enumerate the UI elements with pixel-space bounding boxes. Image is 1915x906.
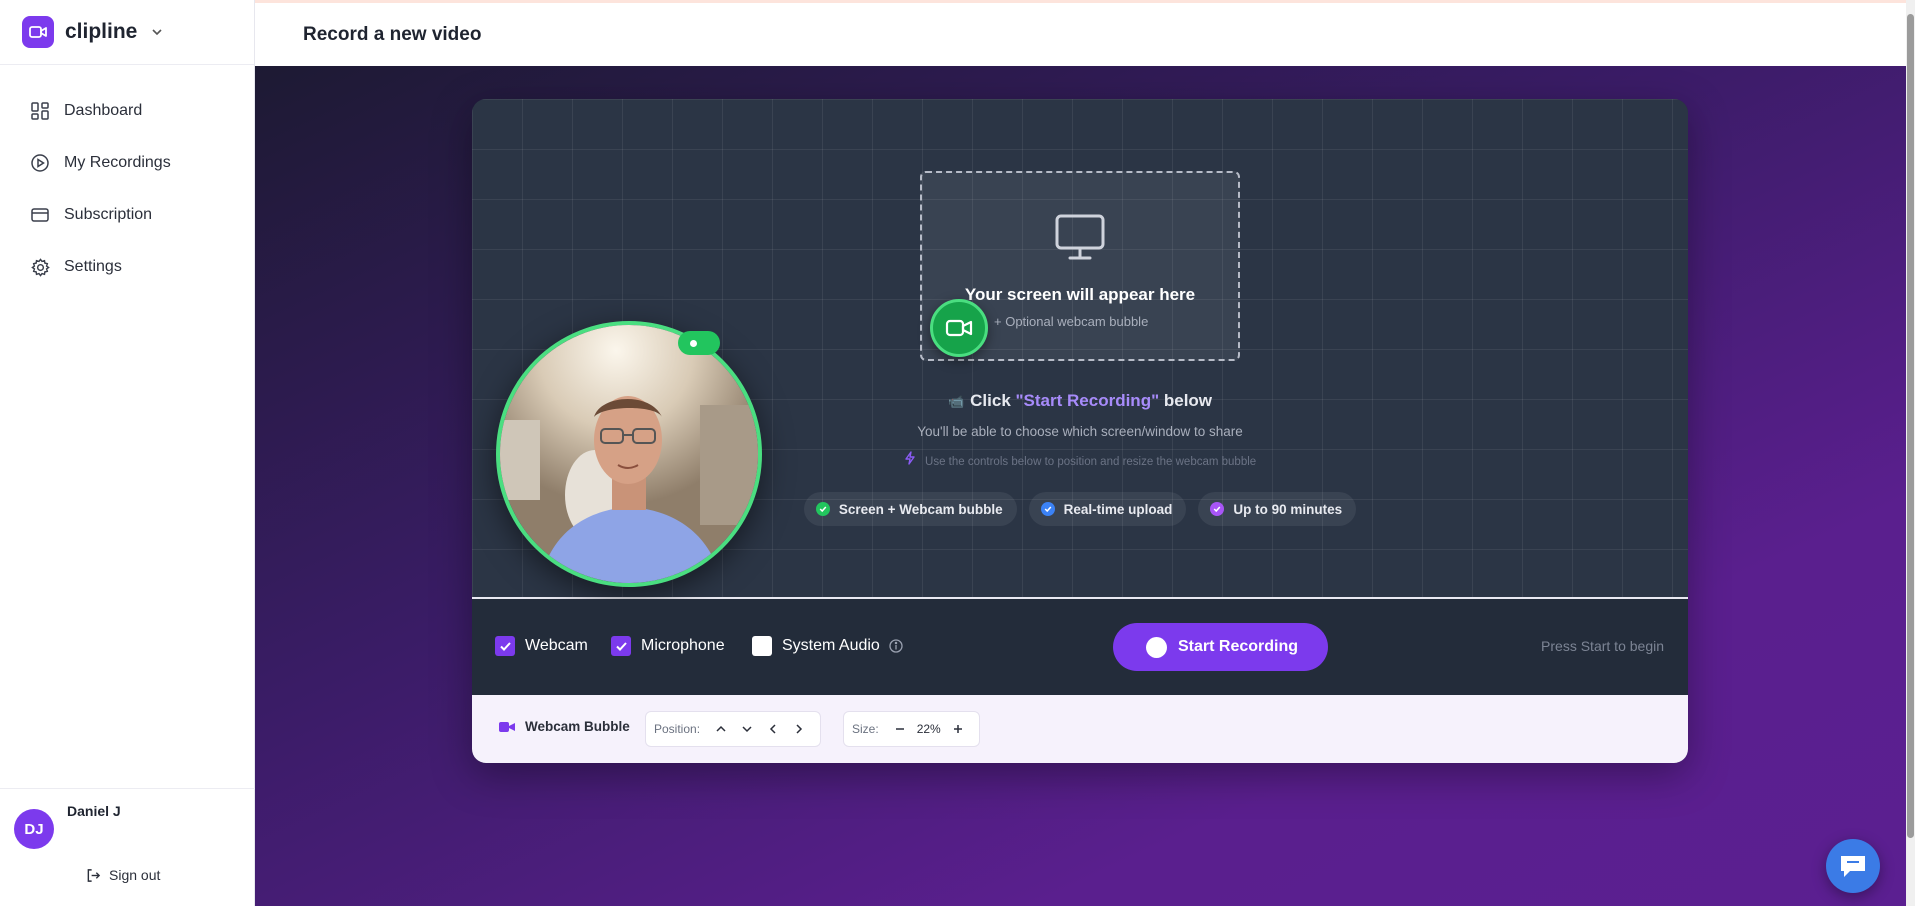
- dropzone-subtitle: + Optional webcam bubble: [994, 314, 1149, 329]
- chevron-down-icon[interactable]: [151, 26, 163, 38]
- chevron-right-icon: [796, 724, 803, 734]
- system-audio-checkbox[interactable]: System Audio: [752, 636, 903, 656]
- lightning-icon: [904, 451, 919, 468]
- page-title: Record a new video: [303, 23, 482, 45]
- sign-out-icon: [87, 868, 101, 882]
- checkbox-unchecked-icon: [752, 636, 772, 656]
- recording-controls: Webcam Microphone System Audio Start Rec…: [472, 599, 1688, 695]
- start-recording-button[interactable]: Start Recording: [1113, 623, 1328, 671]
- webcam-checkbox[interactable]: Webcam: [495, 636, 588, 656]
- recording-stage: Your screen will appear here + Optional …: [472, 99, 1688, 599]
- camera-emoji-icon: 📹: [947, 394, 965, 409]
- feature-label: Up to 90 minutes: [1233, 501, 1343, 517]
- plus-icon: [953, 725, 962, 733]
- sidebar-item-label: Settings: [64, 258, 122, 275]
- webcam-bubble-title: Webcam Bubble: [498, 719, 630, 734]
- minus-icon: [895, 728, 904, 730]
- sidebar-item-label: Dashboard: [64, 102, 143, 119]
- size-controls: Size: 22%: [843, 711, 980, 747]
- move-up-button[interactable]: [708, 716, 734, 742]
- sidebar-item-settings[interactable]: Settings: [0, 241, 254, 293]
- webcam-label: Webcam: [525, 637, 588, 654]
- sidebar-item-label: My Recordings: [64, 154, 171, 171]
- brand[interactable]: clipline: [0, 0, 254, 65]
- sidebar-nav: Dashboard My Recordings Subscription Set…: [0, 85, 254, 293]
- info-icon[interactable]: [889, 639, 903, 653]
- position-controls: Position:: [645, 711, 822, 747]
- chat-bubble-icon: [1841, 856, 1865, 877]
- monitor-icon: [1052, 209, 1108, 270]
- sidebar-item-subscription[interactable]: Subscription: [0, 189, 254, 241]
- sidebar: clipline Dashboard My Recordings Subscri…: [0, 0, 255, 906]
- credit-card-icon: [30, 205, 50, 225]
- sidebar-footer: DJ Daniel J Sign out: [0, 788, 255, 906]
- recording-status-text: Press Start to begin: [1541, 638, 1664, 654]
- sidebar-item-dashboard[interactable]: Dashboard: [0, 85, 254, 137]
- check-circle-icon: [815, 502, 830, 516]
- top-header: Record a new video: [255, 0, 1906, 66]
- video-camera-icon: [945, 319, 973, 337]
- feature-label: Real-time upload: [1063, 501, 1173, 517]
- avatar: DJ: [14, 809, 54, 849]
- gear-icon: [30, 257, 50, 277]
- size-value: 22%: [916, 722, 941, 736]
- size-label: Size:: [852, 722, 879, 736]
- system-audio-label: System Audio: [782, 637, 880, 654]
- hint-text: Use the controls below to position and r…: [925, 456, 1257, 468]
- microphone-checkbox[interactable]: Microphone: [611, 636, 725, 656]
- check-circle-icon: [1210, 502, 1225, 516]
- sidebar-item-label: Subscription: [64, 206, 153, 223]
- checkbox-checked-icon: [611, 636, 631, 656]
- sidebar-item-my-recordings[interactable]: My Recordings: [0, 137, 254, 189]
- video-camera-icon: [498, 720, 516, 734]
- feature-pill: Real-time upload: [1028, 492, 1187, 526]
- webcam-feed-image: [500, 325, 758, 583]
- move-left-button[interactable]: [760, 716, 786, 742]
- click-suffix: below: [1159, 391, 1213, 410]
- recorder-card: Your screen will appear here + Optional …: [472, 99, 1688, 763]
- click-prefix: Click: [970, 391, 1016, 410]
- scrollbar-thumb[interactable]: [1907, 14, 1914, 838]
- play-circle-icon: [30, 153, 50, 173]
- chat-support-button[interactable]: [1826, 839, 1880, 893]
- checkbox-checked-icon: [495, 636, 515, 656]
- decrease-size-button[interactable]: [887, 716, 913, 742]
- move-down-button[interactable]: [734, 716, 760, 742]
- live-indicator-badge: [678, 331, 720, 355]
- user-name: Daniel J: [67, 803, 121, 819]
- move-right-button[interactable]: [786, 716, 812, 742]
- microphone-label: Microphone: [641, 637, 725, 654]
- sign-out-button[interactable]: Sign out: [86, 867, 160, 883]
- video-camera-logo-icon: [22, 16, 54, 48]
- sign-out-label: Sign out: [109, 867, 161, 883]
- main-area: Your screen will appear here + Optional …: [255, 66, 1906, 906]
- screen-preview-placeholder: Your screen will appear here + Optional …: [920, 171, 1240, 361]
- check-circle-icon: [1040, 502, 1055, 516]
- user-profile[interactable]: DJ Daniel J: [0, 789, 255, 849]
- webcam-bubble-badge: [930, 299, 988, 357]
- dashboard-icon: [30, 101, 50, 121]
- feature-pill: Screen + Webcam bubble: [803, 492, 1017, 526]
- page-scrollbar[interactable]: [1906, 0, 1915, 906]
- webcam-bubble-settings: Webcam Bubble Position: Size: 22%: [472, 695, 1688, 763]
- record-dot-icon: [1146, 636, 1167, 658]
- start-recording-label: Start Recording: [1178, 638, 1299, 655]
- click-highlight: "Start Recording": [1015, 391, 1160, 410]
- increase-size-button[interactable]: [945, 716, 971, 742]
- app-name: clipline: [65, 20, 138, 43]
- feature-pill: Up to 90 minutes: [1198, 492, 1357, 526]
- chevron-down-icon: [742, 726, 752, 733]
- chevron-up-icon: [716, 725, 726, 732]
- webcam-preview-bubble[interactable]: [496, 321, 762, 587]
- webcam-bubble-label: Webcam Bubble: [525, 719, 630, 734]
- position-label: Position:: [654, 722, 701, 736]
- feature-label: Screen + Webcam bubble: [838, 501, 1003, 517]
- chevron-left-icon: [769, 724, 776, 734]
